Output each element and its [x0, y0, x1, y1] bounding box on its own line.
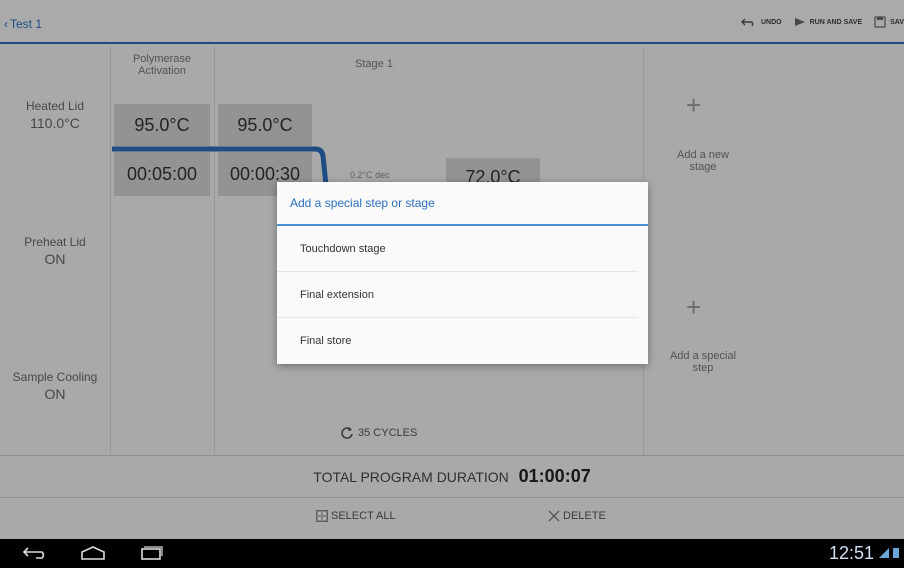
status-icons [878, 547, 900, 559]
home-nav-icon[interactable] [80, 545, 106, 561]
back-nav-icon[interactable] [22, 545, 48, 561]
special-step-dialog: Add a special step or stage Touchdown st… [277, 182, 648, 364]
battery-icon [893, 548, 899, 558]
dialog-title: Add a special step or stage [277, 182, 648, 226]
dialog-option-final-extension[interactable]: Final extension [277, 272, 638, 318]
recent-apps-nav-icon[interactable] [138, 545, 164, 561]
status-clock: 12:51 [828, 543, 874, 563]
signal-icon [879, 548, 889, 558]
app-window: ‹ Test 1 UNDO RUN AND SAVE SAV Polymeras… [0, 0, 904, 539]
system-navigation-bar: 12:51 [0, 539, 904, 568]
dialog-option-touchdown-stage[interactable]: Touchdown stage [277, 226, 638, 272]
dialog-option-final-store[interactable]: Final store [277, 318, 638, 364]
